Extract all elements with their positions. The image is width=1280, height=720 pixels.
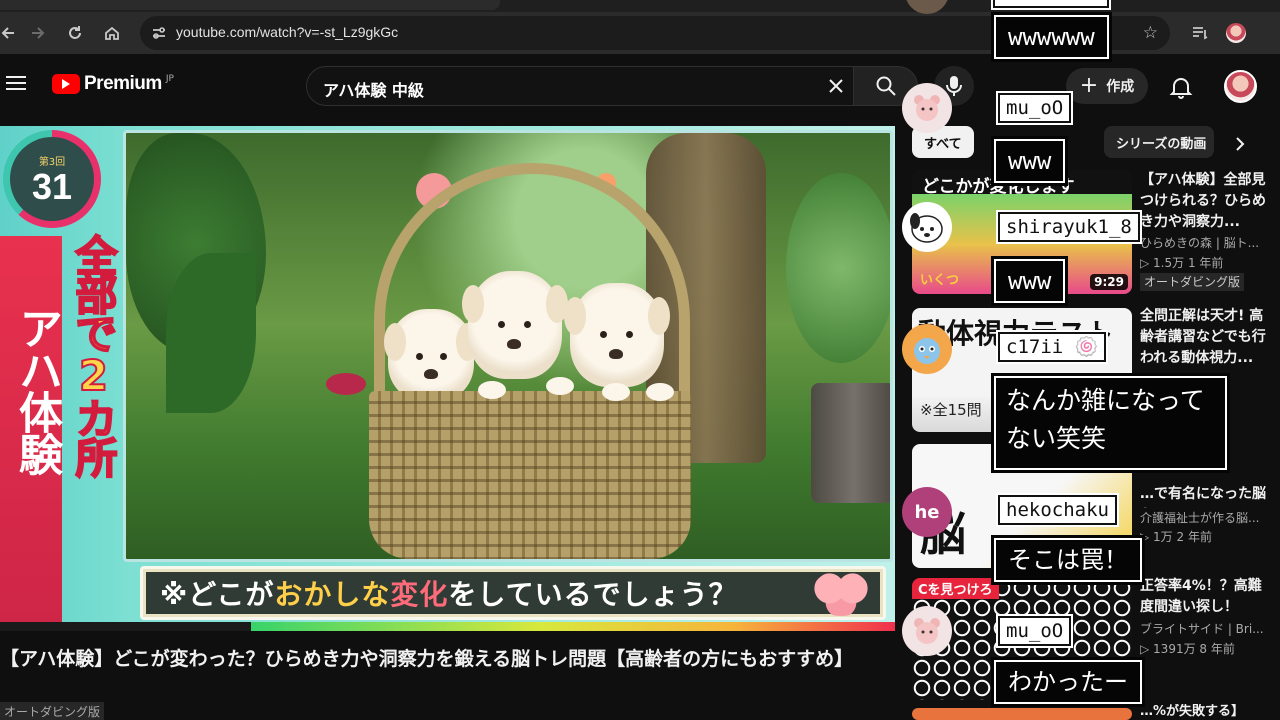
back-icon[interactable]	[0, 21, 20, 45]
chevron-right-icon[interactable]	[1230, 134, 1250, 154]
caption-part-4: をしているでしょう？	[448, 578, 738, 611]
aha-title: アハ体験	[11, 306, 62, 474]
video-title: 【アハ体験】どこが変わった？ひらめき力や洞察力を鍛える脳トレ問題【高齢者の方にも…	[0, 648, 854, 670]
recommendation-thumbnail[interactable]	[912, 708, 1132, 720]
create-button[interactable]: + 作成	[1066, 68, 1148, 104]
chat-username: c17ii 🍥	[998, 332, 1107, 362]
url-text: youtube.com/watch?v=-st_Lz9gkGc	[176, 24, 399, 40]
plus-icon: +	[1079, 73, 1099, 98]
chat-message: わかったー	[991, 657, 1145, 707]
menu-icon[interactable]	[6, 76, 26, 92]
recommendation-title[interactable]: 正答率4%！？高難度間違い探し！	[1140, 576, 1275, 618]
recommendation-title[interactable]: 全問正解は天才! 高齢者講習などでも行われる動体視力...	[1140, 306, 1275, 369]
video-progress-bar[interactable]	[0, 622, 895, 631]
bookmark-star-icon[interactable]: ☆	[1143, 23, 1158, 43]
auto-dub-badge: オートダビング版	[0, 702, 105, 720]
recommendation-title[interactable]: …で有名になった脳ト...	[1140, 484, 1275, 508]
chat-username: hekochaku	[998, 495, 1117, 525]
recommendation-channel[interactable]: 介護福祉士が作る脳...	[1140, 509, 1275, 527]
video-player[interactable]: 第3回 31 アハ体験 全部で2カ所 ※どこがおかしな変化をしているでしょう？	[0, 126, 895, 631]
recommendation-meta: ▷ 1391万 8 年前	[1140, 642, 1235, 656]
caption-part-3: 変化	[390, 578, 449, 611]
logo-text: Premium	[84, 73, 162, 94]
chat-message: そこは罠！	[991, 535, 1145, 585]
notifications-bell-icon[interactable]	[1168, 74, 1194, 100]
question-caption: ※どこがおかしな変化をしているでしょう？	[140, 566, 886, 620]
search-query: アハ体験 中級	[323, 81, 424, 100]
chat-username	[993, 0, 1109, 8]
thumbnail-subtext: ※全15問	[920, 401, 982, 419]
thumbnail-text: Cを見つけろ	[912, 578, 999, 599]
chat-username: mu_oO	[998, 616, 1072, 646]
video-duration: 9:29	[1090, 274, 1128, 290]
recommendation-channel[interactable]: ひらめきの森 | 脳ト...	[1140, 234, 1275, 252]
recommendation-channel[interactable]: ブライトサイド | Bri...	[1140, 620, 1275, 638]
thumbnail-subtext: いくつ	[920, 273, 960, 288]
video-frame-puppies-in-basket	[123, 130, 893, 562]
round-badge: 第3回 31	[3, 130, 101, 228]
logo-region: JP	[165, 74, 174, 84]
bear-avatar-icon	[902, 606, 952, 656]
bear-avatar-icon	[902, 83, 952, 133]
round-number: 31	[31, 165, 73, 207]
active-tab[interactable]	[0, 0, 500, 10]
youtube-header: Premium JP アハ体験 中級 + 作成	[0, 54, 1280, 120]
puppy-middle	[462, 271, 568, 379]
wicker-basket	[369, 391, 691, 559]
reload-icon[interactable]	[63, 21, 87, 45]
youtube-play-icon	[52, 74, 80, 94]
progress-fill	[251, 622, 895, 631]
recommendation-title[interactable]: …%が失敗する】	[1140, 704, 1275, 720]
recommendation-meta: ▷ 1万 2 年前	[1140, 530, 1212, 544]
clear-search-icon[interactable]	[825, 75, 847, 97]
search-input[interactable]: アハ体験 中級	[306, 66, 854, 106]
differences-count: 全部で2カ所	[68, 233, 119, 476]
user-avatar-he: he	[902, 487, 952, 537]
chat-username: shirayuk1_8	[998, 212, 1140, 242]
chat-message: wwwwww	[991, 12, 1112, 62]
caption-part-2: おかしな	[274, 578, 391, 611]
youtube-logo[interactable]: Premium JP	[52, 73, 174, 95]
chat-message: www	[990, 136, 1069, 186]
create-label: 作成	[1106, 79, 1135, 95]
screen: youtube.com/watch?v=-st_Lz9gkGc ☆ Premiu…	[0, 0, 1280, 720]
search-icon	[876, 76, 896, 96]
account-avatar[interactable]	[1224, 70, 1257, 103]
chat-badge-icon: 🍥	[1074, 336, 1099, 358]
chip-series[interactable]: シリーズの動画	[1104, 126, 1214, 158]
reading-list-icon[interactable]	[1188, 21, 1212, 45]
recommendation-title[interactable]: 【アハ体験】全部見つけられる？ひらめき力や洞察力...	[1140, 170, 1275, 233]
forward-icon[interactable]	[26, 21, 50, 45]
bird-avatar-icon	[902, 324, 952, 374]
site-info-icon[interactable]	[150, 24, 168, 42]
chat-message: なんか雑になって ない笑笑	[991, 373, 1230, 473]
chat-username: mu_oO	[998, 93, 1072, 123]
puppy-left	[384, 309, 478, 401]
brain-icon	[812, 570, 870, 616]
recommendation-meta: ▷ 1.5万 1 年前	[1140, 256, 1224, 270]
auto-dub-badge: オートダビング版	[1140, 273, 1245, 291]
profile-icon[interactable]	[1224, 21, 1248, 45]
caption-part-1: ※どこが	[160, 578, 275, 611]
chat-message: www	[990, 256, 1069, 306]
home-icon[interactable]	[100, 21, 124, 45]
puppy-right	[564, 283, 670, 387]
dog-avatar-icon	[902, 202, 952, 252]
